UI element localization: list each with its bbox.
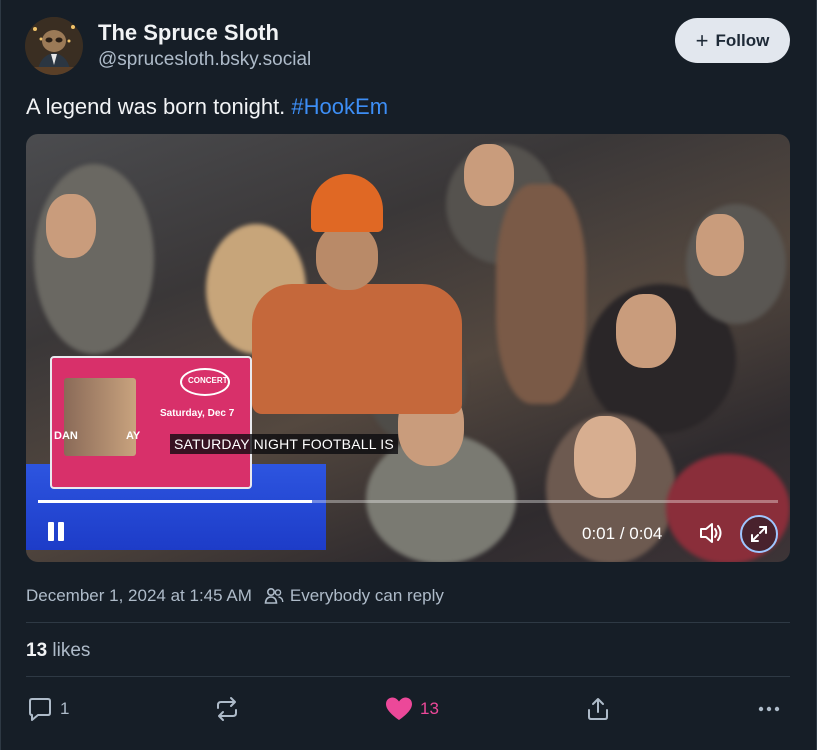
author-handle[interactable]: @sprucesloth.bsky.social bbox=[98, 49, 311, 71]
people-icon bbox=[264, 587, 284, 604]
pause-button[interactable] bbox=[46, 521, 66, 543]
reply-icon bbox=[29, 698, 51, 721]
ad-name-left: DAN bbox=[54, 430, 78, 442]
reply-count: 1 bbox=[60, 699, 70, 718]
post-meta: December 1, 2024 at 1:45 AM Everybody ca… bbox=[26, 586, 444, 606]
follow-button[interactable]: + Follow bbox=[675, 18, 790, 63]
video-time: 0:01 / 0:04 bbox=[582, 524, 663, 543]
pause-icon-bar bbox=[48, 522, 54, 541]
more-icon bbox=[758, 706, 780, 712]
likes-count: 13 bbox=[26, 640, 48, 661]
likes-summary[interactable]: 13 likes bbox=[26, 640, 90, 662]
fullscreen-icon bbox=[751, 526, 767, 542]
jumbotron-ad: CONCERT Saturday, Dec 7 DAN AY bbox=[50, 356, 252, 489]
post-timestamp[interactable]: December 1, 2024 at 1:45 AM bbox=[26, 586, 252, 606]
orange-jersey bbox=[252, 284, 462, 414]
reply-button[interactable]: 1 bbox=[26, 695, 69, 723]
avatar[interactable] bbox=[25, 17, 83, 75]
crowd-figure bbox=[34, 164, 154, 354]
volume-icon bbox=[700, 523, 722, 543]
pause-icon-bar bbox=[58, 522, 64, 541]
reply-setting: Everybody can reply bbox=[264, 586, 444, 606]
crowd-face bbox=[464, 144, 514, 206]
post-text: A legend was born tonight. #HookEm bbox=[26, 94, 388, 120]
more-options-button[interactable] bbox=[756, 695, 782, 723]
share-icon bbox=[588, 698, 608, 720]
video-caption: SATURDAY NIGHT FOOTBALL IS bbox=[170, 434, 398, 454]
ad-photo bbox=[64, 378, 136, 456]
likes-label: likes bbox=[52, 640, 91, 661]
follow-button-label: Follow bbox=[715, 30, 770, 50]
ad-date: Saturday, Dec 7 bbox=[160, 408, 235, 419]
orange-hardhat bbox=[311, 174, 383, 232]
author-display-name[interactable]: The Spruce Sloth bbox=[98, 20, 279, 46]
crowd-figure bbox=[496, 184, 586, 404]
plus-icon: + bbox=[695, 27, 709, 53]
like-button[interactable]: 13 bbox=[384, 695, 439, 723]
divider-top bbox=[26, 622, 790, 623]
sloth-avatar-icon bbox=[25, 17, 83, 75]
like-count: 13 bbox=[420, 699, 439, 718]
ad-headline: CONCERT bbox=[188, 376, 228, 385]
volume-button[interactable] bbox=[698, 520, 724, 546]
fullscreen-button[interactable] bbox=[740, 515, 778, 553]
share-button[interactable] bbox=[584, 695, 612, 723]
video-player[interactable]: CONCERT Saturday, Dec 7 DAN AY SATURDAY … bbox=[26, 134, 790, 562]
video-progress-fill bbox=[38, 500, 312, 503]
video-progress-bar[interactable] bbox=[38, 500, 778, 503]
repost-button[interactable] bbox=[213, 695, 241, 723]
reply-setting-label: Everybody can reply bbox=[289, 586, 444, 605]
repost-icon bbox=[217, 697, 237, 721]
crowd-face bbox=[46, 194, 96, 258]
crowd-face bbox=[574, 416, 636, 498]
heart-icon bbox=[386, 697, 412, 720]
ad-name-right: AY bbox=[126, 430, 141, 442]
hashtag-link[interactable]: #HookEm bbox=[291, 94, 388, 119]
hardhat-fan-face bbox=[316, 224, 378, 290]
crowd-face bbox=[696, 214, 744, 276]
divider-bottom bbox=[26, 676, 790, 677]
post-body: A legend was born tonight. bbox=[26, 94, 292, 119]
crowd-face bbox=[616, 294, 676, 368]
